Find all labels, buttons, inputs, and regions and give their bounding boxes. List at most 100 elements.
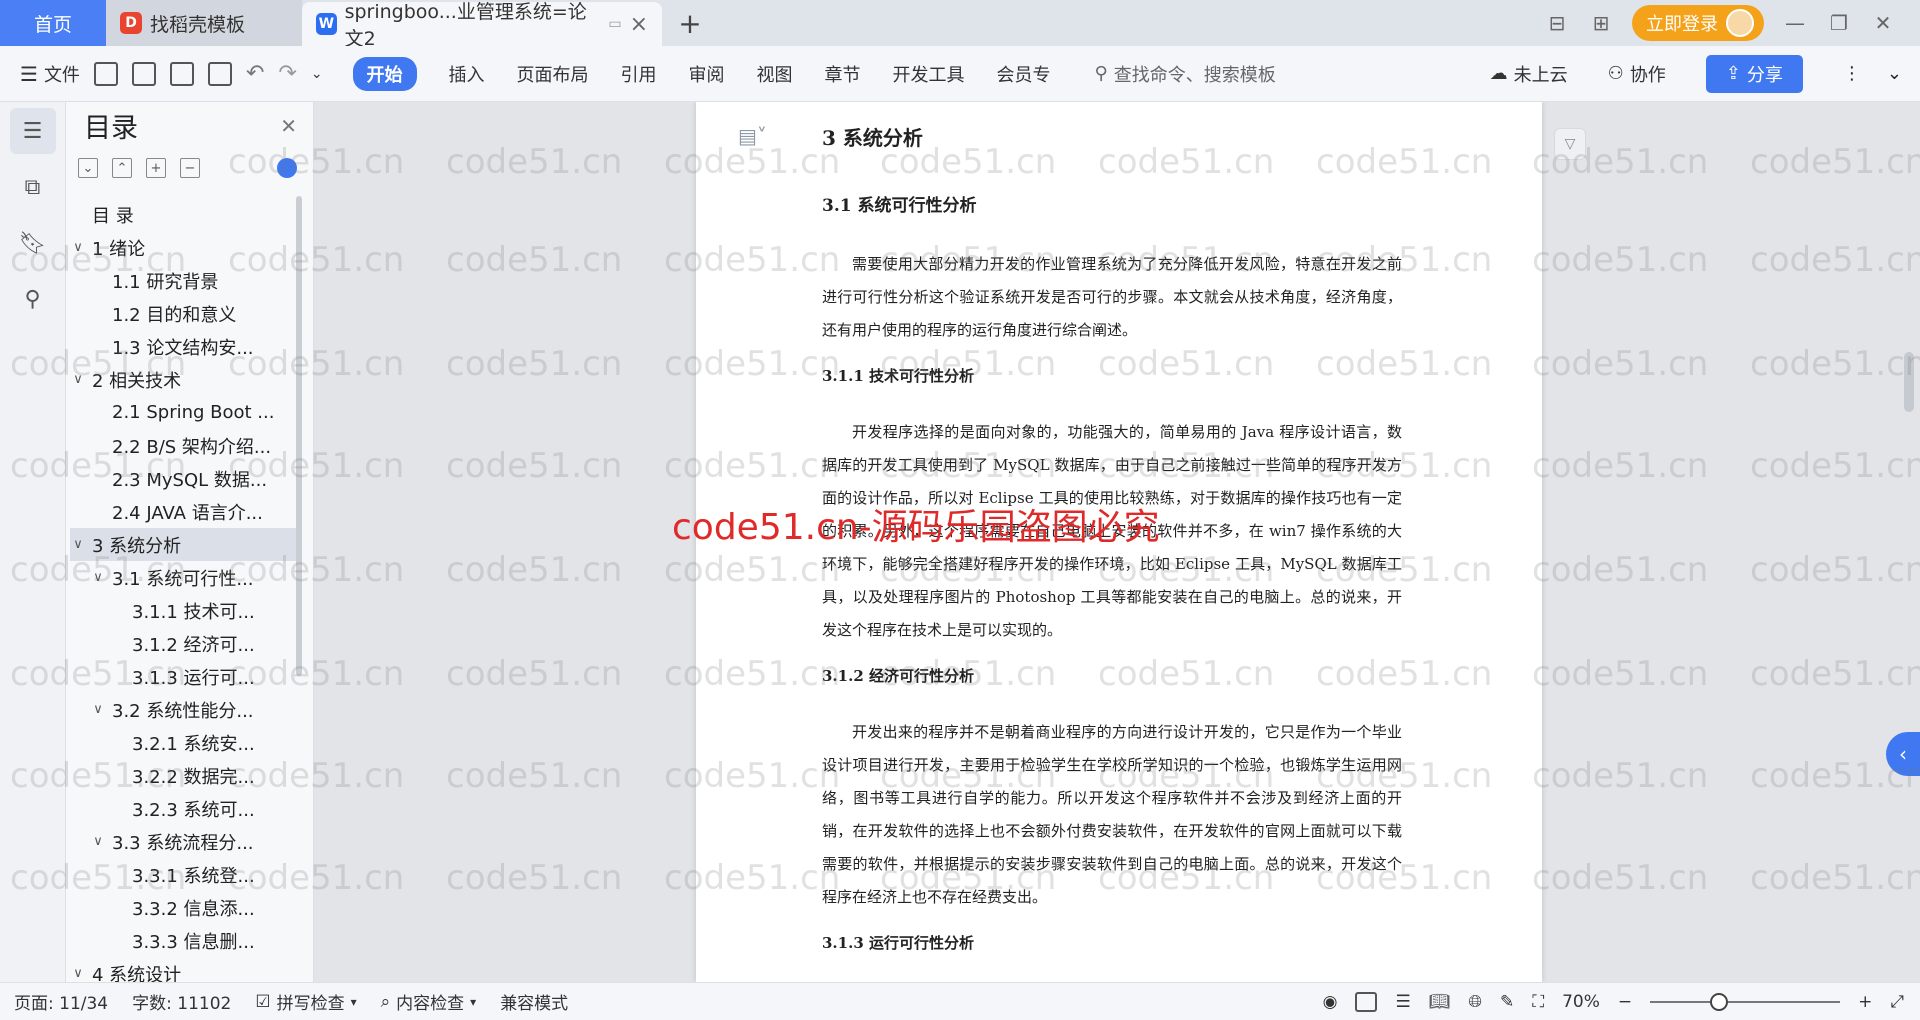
bookmark-icon[interactable]: 🔖︎: [10, 220, 56, 266]
file-menu-button[interactable]: ☰ 文件: [20, 61, 80, 87]
chevron-down-icon[interactable]: ∨: [70, 240, 86, 255]
zoom-slider-knob[interactable]: [1710, 992, 1729, 1011]
save-icon[interactable]: [93, 61, 118, 86]
tab-document[interactable]: W springboo...业管理系统=论文2 ▭ ×: [302, 1, 662, 50]
fullscreen-icon[interactable]: ⤢: [1890, 992, 1904, 1012]
zoom-in-icon[interactable]: +: [1858, 992, 1872, 1012]
pen-icon[interactable]: ✎: [1500, 992, 1514, 1012]
toc-item[interactable]: 3.1.2 经济可...: [70, 627, 296, 660]
paragraph-menu-icon[interactable]: ▤˅: [738, 124, 767, 148]
command-search[interactable]: ⚲ 查找命令、搜索模板: [1095, 61, 1425, 87]
chevron-down-icon[interactable]: ∨: [90, 570, 106, 585]
menu-review[interactable]: 审阅: [689, 61, 725, 87]
share-button[interactable]: ⇪ 分享: [1705, 54, 1803, 93]
collapse-all-icon[interactable]: ⌃: [112, 158, 132, 178]
reading-view-icon[interactable]: 📖︎: [1429, 992, 1451, 1012]
eye-protection-icon[interactable]: ◉: [1323, 992, 1338, 1012]
page-view-icon[interactable]: [1355, 991, 1378, 1012]
chevron-down-icon[interactable]: ∨: [90, 702, 106, 717]
toc-item[interactable]: 3.2.3 系统可...: [70, 792, 296, 825]
toc-item[interactable]: 2.2 B/S 架构介绍...: [70, 429, 296, 462]
menu-developer[interactable]: 开发工具: [893, 61, 965, 87]
toc-item[interactable]: 3.3.2 信息添...: [70, 891, 296, 924]
spell-check-button[interactable]: ☑ 拼写检查 ▾: [255, 989, 356, 1015]
monitor-icon[interactable]: ▭: [608, 16, 621, 32]
web-view-icon[interactable]: 🌐︎: [1468, 992, 1482, 1012]
toc-item[interactable]: ∨ 2 相关技术: [70, 363, 296, 396]
print-preview-icon[interactable]: [207, 61, 232, 86]
tab-home[interactable]: 首页: [0, 0, 106, 46]
toc-item[interactable]: ∨ 3.2 系统性能分...: [70, 693, 296, 726]
fit-page-icon[interactable]: ⛶: [1532, 992, 1544, 1012]
page-fold-icon[interactable]: ▽: [1554, 128, 1586, 160]
content-check-button[interactable]: ⌕ 内容检查 ▾: [381, 989, 477, 1015]
chevron-down-icon[interactable]: ∨: [70, 372, 86, 387]
restore-icon[interactable]: ❐: [1826, 11, 1852, 35]
remove-heading-icon[interactable]: −: [180, 158, 200, 178]
toc-item[interactable]: 2.3 MySQL 数据...: [70, 462, 296, 495]
toc-item[interactable]: 2.4 JAVA 语言介...: [70, 495, 296, 528]
toc-item[interactable]: 3.2.1 系统安...: [70, 726, 296, 759]
toc-item[interactable]: ∨ 4 系统设计: [70, 957, 296, 983]
menu-member[interactable]: 会员专: [997, 61, 1051, 87]
expand-all-icon[interactable]: ⌄: [78, 158, 98, 178]
toc-item[interactable]: 2.1 Spring Boot ...: [70, 396, 296, 429]
zoom-slider[interactable]: [1650, 992, 1841, 1011]
toc-item[interactable]: 3.2.2 数据完...: [70, 759, 296, 792]
toc-item[interactable]: ∨ 1 绪论: [70, 231, 296, 264]
outline-view-icon[interactable]: ☰: [1395, 992, 1410, 1012]
document-scrollbar-thumb[interactable]: [1904, 352, 1914, 412]
minimize-icon[interactable]: —: [1782, 11, 1808, 35]
export-pdf-icon[interactable]: [131, 61, 156, 86]
chevron-down-icon[interactable]: ∨: [70, 966, 86, 981]
print-icon[interactable]: [169, 61, 194, 86]
redo-icon[interactable]: ↷: [278, 61, 296, 86]
document-page[interactable]: ▤˅ 3 系统分析 3.1 系统可行性分析 需要使用大部分精力开发的作业管理系统…: [696, 102, 1542, 982]
collapse-ribbon-icon[interactable]: ⌄: [1887, 63, 1902, 84]
toc-item[interactable]: 3.3.1 系统登...: [70, 858, 296, 891]
close-icon[interactable]: ✕: [280, 114, 297, 138]
close-window-icon[interactable]: ✕: [1870, 11, 1896, 35]
navigation-icon[interactable]: ⧉: [10, 164, 56, 210]
toc-item[interactable]: 1.2 目的和意义: [70, 297, 296, 330]
toc-item-label: 3.1.1 技术可...: [132, 601, 255, 623]
grid-apps-icon[interactable]: ⊞: [1588, 11, 1614, 35]
close-tab-icon[interactable]: ×: [630, 12, 648, 37]
toc-item[interactable]: 3.1.3 运行可...: [70, 660, 296, 693]
toc-item[interactable]: 目 录: [70, 198, 296, 231]
toc-item[interactable]: 1.1 研究背景: [70, 264, 296, 297]
toc-item[interactable]: 3.3.3 信息删...: [70, 924, 296, 957]
side-expand-icon[interactable]: ‹: [1886, 732, 1920, 776]
menu-home[interactable]: 开始: [352, 56, 417, 91]
find-icon[interactable]: ⚲: [10, 276, 56, 322]
ai-assistant-icon[interactable]: [277, 158, 297, 178]
zoom-level[interactable]: 70%: [1562, 992, 1600, 1012]
window-layout-icon[interactable]: ⊟: [1544, 11, 1570, 35]
add-heading-icon[interactable]: +: [146, 158, 166, 178]
more-dropdown-icon[interactable]: ⌄: [311, 66, 323, 82]
collab-button[interactable]: ⚇ 协作: [1608, 61, 1666, 87]
menu-chapter[interactable]: 章节: [825, 61, 861, 87]
toc-panel-icon[interactable]: ☰: [9, 108, 56, 154]
toc-item-label: 2.1 Spring Boot ...: [112, 402, 275, 423]
menu-view[interactable]: 视图: [757, 61, 793, 87]
menu-insert[interactable]: 插入: [449, 61, 485, 87]
cloud-status-button[interactable]: ☁ 未上云: [1490, 61, 1568, 87]
toc-item[interactable]: ∨ 3.3 系统流程分...: [70, 825, 296, 858]
menu-references[interactable]: 引用: [621, 61, 657, 87]
chevron-down-icon[interactable]: ∨: [90, 834, 106, 849]
new-tab-button[interactable]: +: [662, 0, 718, 46]
menu-page-layout[interactable]: 页面布局: [517, 61, 589, 87]
tab-template[interactable]: D 找稻壳模板: [106, 0, 302, 46]
chevron-down-icon[interactable]: ∨: [70, 537, 86, 552]
toc-item[interactable]: 3.1.1 技术可...: [70, 594, 296, 627]
zoom-out-icon[interactable]: −: [1618, 992, 1632, 1012]
toc-item[interactable]: 1.3 论文结构安...: [70, 330, 296, 363]
toc-item[interactable]: ∨ 3 系统分析: [70, 528, 296, 561]
more-options-icon[interactable]: ⋮: [1843, 63, 1861, 84]
word-count[interactable]: 字数: 11102: [132, 989, 231, 1014]
toc-item[interactable]: ∨ 3.1 系统可行性...: [70, 561, 296, 594]
login-button[interactable]: 立即登录: [1632, 5, 1764, 41]
toc-scrollbar[interactable]: [296, 196, 302, 676]
undo-icon[interactable]: ↶: [246, 61, 264, 86]
